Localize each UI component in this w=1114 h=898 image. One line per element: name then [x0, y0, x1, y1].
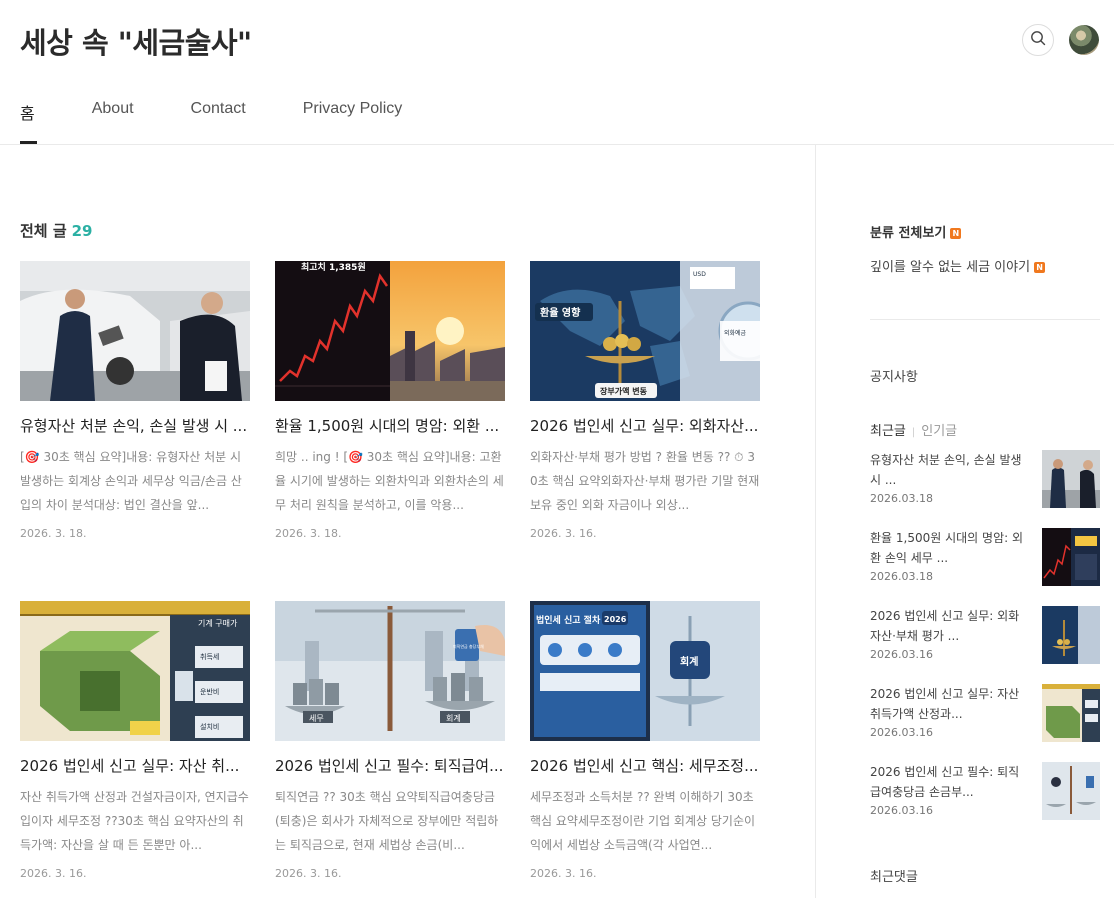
thumb-label: 최고치 1,385원	[301, 261, 366, 273]
recent-post-title[interactable]: 2026 법인세 신고 실무: 자산 취득가액 산정과...	[870, 684, 1025, 724]
search-icon	[1030, 30, 1046, 50]
sidebar-divider	[815, 145, 816, 898]
post-summary[interactable]: 퇴직연금 ?? 30초 핵심 요약퇴직급여충당금(퇴충)은 회사가 자체적으로 …	[275, 785, 505, 857]
thumb-label: 기계 구매가	[198, 618, 238, 628]
blog-title[interactable]: 세상 속 "세금술사"	[20, 20, 252, 62]
post-thumbnail[interactable]	[20, 261, 250, 401]
recent-post-item[interactable]: 유형자산 처분 손익, 손실 발생 시 ... 2026.03.18	[870, 450, 1100, 510]
post-date: 2026. 3. 16.	[530, 527, 597, 540]
post-title[interactable]: 2026 법인세 신고 필수: 퇴직급여...	[275, 755, 505, 777]
recent-post-thumbnail[interactable]	[1042, 606, 1100, 664]
category-item-label: 깊이를 알수 없는 세금 이야기	[870, 260, 1031, 275]
thumb-label: 2026	[604, 615, 627, 624]
post-thumbnail[interactable]: 기계 구매가 취득세 운반비 설치비	[20, 601, 250, 741]
new-badge: N	[950, 228, 962, 239]
recent-post-item[interactable]: 2026 법인세 신고 실무: 자산 취득가액 산정과... 2026.03.1…	[870, 684, 1100, 744]
tab-popular[interactable]: 인기글	[921, 424, 957, 439]
search-button[interactable]	[1022, 24, 1054, 56]
post-title[interactable]: 환율 1,500원 시대의 명암: 외환 ...	[275, 415, 505, 437]
post-title[interactable]: 2026 법인세 신고 실무: 자산 취...	[20, 755, 250, 777]
recent-post-item[interactable]: 2026 법인세 신고 실무: 외화자산·부채 평가 ... 2026.03.1…	[870, 606, 1100, 666]
sidebar-separator	[870, 319, 1100, 320]
recent-post-item[interactable]: 2026 법인세 신고 필수: 퇴직급여충당금 손금부... 2026.03.1…	[870, 762, 1100, 822]
post-date: 2026. 3. 18.	[275, 527, 342, 540]
recent-post-date: 2026.03.18	[870, 570, 933, 583]
thumb-label: 세무	[309, 714, 324, 723]
recent-post-item[interactable]: 환율 1,500원 시대의 명암: 외환 손익 세무 ... 2026.03.1…	[870, 528, 1100, 588]
post-count: 29	[71, 222, 93, 240]
post-date: 2026. 3. 18.	[20, 527, 87, 540]
thumb-label: 법인세 신고 절차	[536, 614, 601, 626]
category-item-link[interactable]: 깊이를 알수 없는 세금 이야기 N	[870, 256, 1100, 275]
thumb-label: 장부가액 변동	[600, 386, 648, 396]
post-summary[interactable]: [🎯 30초 핵심 요약]내용: 유형자산 처분 시 발생하는 회계상 손익과 …	[20, 445, 250, 517]
recent-post-title[interactable]: 2026 법인세 신고 실무: 외화자산·부채 평가 ...	[870, 606, 1025, 646]
main-nav: 홈 About Contact Privacy Policy	[20, 92, 459, 144]
recent-post-thumbnail[interactable]	[1042, 450, 1100, 508]
recent-post-thumbnail[interactable]	[1042, 762, 1100, 820]
thumb-label: 운반비	[200, 687, 219, 696]
post-summary[interactable]: 세무조정과 소득처분 ?? 완벽 이해하기 30초 핵심 요약세무조정이란 기업…	[530, 785, 760, 857]
header-divider	[0, 144, 1114, 145]
recent-post-title[interactable]: 2026 법인세 신고 필수: 퇴직급여충당금 손금부...	[870, 762, 1025, 802]
post-thumbnail[interactable]: 세무 회계 퇴직연금 충당부채	[275, 601, 505, 741]
thumb-label: 외화예금	[724, 329, 747, 337]
thumb-label: 회계	[446, 713, 461, 723]
recent-post-title[interactable]: 환율 1,500원 시대의 명암: 외환 손익 세무 ...	[870, 528, 1025, 568]
post-card[interactable]: 세무 회계 퇴직연금 충당부채 2026 법인세 신고 필수: 퇴직급여... …	[275, 601, 505, 880]
post-summary[interactable]: 외화자산·부채 평가 방법 ? 환율 변동 ?? ⏱ 30초 핵심 요약외화자산…	[530, 445, 760, 517]
post-list-label: 전체 글	[20, 222, 67, 240]
notice-heading: 공지사항	[870, 370, 918, 385]
recent-popular-tabs: 최근글 | 인기글	[870, 420, 1100, 439]
nav-home[interactable]: 홈	[20, 92, 37, 144]
post-title[interactable]: 2026 법인세 신고 핵심: 세무조정...	[530, 755, 760, 777]
recent-post-thumbnail[interactable]	[1042, 684, 1100, 742]
category-all-link[interactable]: 분류 전체보기 N	[870, 222, 1100, 241]
post-date: 2026. 3. 16.	[530, 867, 597, 880]
tab-recent[interactable]: 최근글	[870, 424, 906, 439]
post-thumbnail[interactable]: 법인세 신고 절차 2026 회계	[530, 601, 760, 741]
post-list-heading: 전체 글 29	[20, 220, 93, 241]
recent-post-title[interactable]: 유형자산 처분 손익, 손실 발생 시 ...	[870, 450, 1025, 490]
post-date: 2026. 3. 16.	[275, 867, 342, 880]
thumb-label: 퇴직연금 충당부채	[453, 643, 484, 649]
nav-contact[interactable]: Contact	[191, 92, 246, 144]
nav-privacy-policy[interactable]: Privacy Policy	[303, 92, 403, 144]
thumb-label: 설치비	[200, 722, 219, 731]
recent-post-date: 2026.03.16	[870, 648, 933, 661]
post-thumbnail[interactable]: 최고치 1,385원	[275, 261, 505, 401]
post-card[interactable]: 법인세 신고 절차 2026 회계 2026 법인세 신고 핵심: 세무조정..…	[530, 601, 760, 880]
thumb-label: 취득세	[200, 652, 219, 661]
post-card[interactable]: 유형자산 처분 손익, 손실 발생 시 ... [🎯 30초 핵심 요약]내용:…	[20, 261, 250, 540]
thumb-label: 회계	[680, 655, 698, 668]
post-summary[interactable]: 자산 취득가액 산정과 건설자금이자, 연지급수입이자 세무조정 ??30초 핵…	[20, 785, 250, 857]
recent-post-date: 2026.03.16	[870, 726, 933, 739]
recent-post-thumbnail[interactable]	[1042, 528, 1100, 586]
thumb-label: 환율 영향	[540, 306, 581, 319]
nav-about[interactable]: About	[92, 92, 134, 144]
post-title[interactable]: 2026 법인세 신고 실무: 외화자산...	[530, 415, 760, 437]
tab-separator: |	[911, 427, 916, 438]
post-card[interactable]: 기계 구매가 취득세 운반비 설치비 2026 법인세 신고 실무: 자산 취.…	[20, 601, 250, 880]
post-date: 2026. 3. 16.	[20, 867, 87, 880]
new-badge: N	[1034, 262, 1046, 273]
category-all-label: 분류 전체보기	[870, 226, 947, 241]
profile-avatar[interactable]	[1069, 25, 1099, 55]
recent-post-date: 2026.03.16	[870, 804, 933, 817]
post-card[interactable]: 환율 영향 장부가액 변동 USD 외화예금 2026 법인세 신고 실무: 외…	[530, 261, 760, 540]
post-title[interactable]: 유형자산 처분 손익, 손실 발생 시 ...	[20, 415, 250, 437]
post-card[interactable]: 최고치 1,385원 환율 1,500원 시대의 명암: 외환 ... 희망 .…	[275, 261, 505, 540]
post-summary[interactable]: 희망 .. ing ! [🎯 30초 핵심 요약]내용: 고환율 시기에 발생하…	[275, 445, 505, 517]
recent-post-date: 2026.03.18	[870, 492, 933, 505]
post-thumbnail[interactable]: 환율 영향 장부가액 변동 USD 외화예금	[530, 261, 760, 401]
recent-comments-heading: 최근댓글	[870, 870, 918, 885]
thumb-label: USD	[693, 271, 706, 278]
